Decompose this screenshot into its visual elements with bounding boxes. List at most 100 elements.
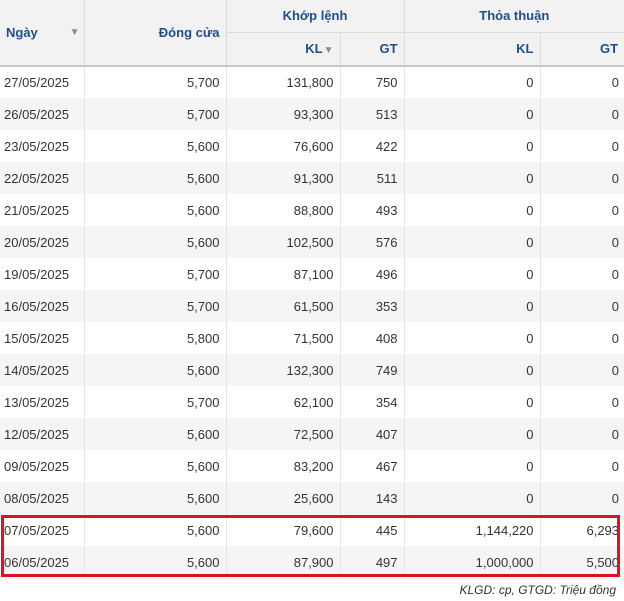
- matched-volume-cell: 61,500: [226, 290, 341, 322]
- negotiated-volume-cell: 0: [404, 194, 541, 226]
- matched-value-cell: 408: [340, 322, 405, 354]
- matched-volume-cell: 71,500: [226, 322, 341, 354]
- table-row: 08/05/2025 5,600 25,600 143 0 0: [0, 482, 624, 514]
- negotiated-volume-cell: 0: [404, 290, 541, 322]
- matched-volume-cell: 62,100: [226, 386, 341, 418]
- negotiated-value-cell: 6,293: [586, 522, 620, 538]
- negotiated-kl-column-header[interactable]: KL: [404, 32, 541, 67]
- negotiated-value-cell: 0: [611, 75, 620, 90]
- negotiated-volume-cell: 1,144,220: [404, 514, 541, 546]
- date-cell: 16/05/2025: [0, 290, 85, 322]
- close-price-cell: 5,600: [84, 194, 227, 226]
- table-row: 26/05/2025 5,700 93,300 513 0 0: [0, 98, 624, 130]
- negotiated-value-cell: 0: [611, 138, 620, 154]
- date-cell: 19/05/2025: [0, 258, 85, 290]
- close-header-label: Đóng cửa: [158, 25, 220, 40]
- kl-sort-icon[interactable]: ▼: [324, 45, 334, 56]
- table-row: 20/05/2025 5,600 102,500 576 0 0: [0, 226, 624, 258]
- table-row: 09/05/2025 5,600 83,200 467 0 0: [0, 450, 624, 482]
- matched-value-cell: 143: [340, 482, 405, 514]
- negotiated-value-cell: 0: [611, 266, 620, 282]
- date-cell: 13/05/2025: [0, 386, 85, 418]
- negotiated-volume-cell: 0: [404, 450, 541, 482]
- date-cell: 22/05/2025: [0, 162, 85, 194]
- matched-volume-cell: 79,600: [226, 514, 341, 546]
- negotiated-value-cell: 0: [540, 98, 624, 130]
- matched-value-cell: 496: [340, 258, 405, 290]
- matched-kl-column-header[interactable]: KL▼: [226, 32, 341, 67]
- matched-volume-cell: 132,300: [226, 354, 341, 386]
- negotiated-volume-cell: 0: [404, 386, 541, 418]
- close-price-cell: 5,600: [84, 130, 227, 162]
- trading-history-table: Ngày ▼ Đóng cửa Khớp lệnh Thỏa thuận KL▼…: [0, 0, 624, 578]
- close-price-cell: 5,600: [84, 546, 227, 578]
- negotiated-gt-column-header[interactable]: GT: [540, 32, 624, 67]
- table-row: 12/05/2025 5,600 72,500 407 0 0: [0, 418, 624, 450]
- matched-value-cell: 467: [340, 450, 405, 482]
- negotiated-value-cell: 0: [540, 418, 624, 450]
- matched-volume-cell: 25,600: [226, 482, 341, 514]
- table-row: 22/05/2025 5,600 91,300 511 0 0: [0, 162, 624, 194]
- close-price-cell: 5,600: [84, 226, 227, 258]
- matched-order-group-header: Khớp lệnh: [226, 0, 405, 33]
- matched-volume-cell: 83,200: [226, 450, 341, 482]
- close-price-cell: 5,700: [84, 290, 227, 322]
- table-row: 13/05/2025 5,700 62,100 354 0 0: [0, 386, 624, 418]
- date-cell: 09/05/2025: [0, 450, 85, 482]
- negotiated-volume-cell: 0: [404, 226, 541, 258]
- matched-gt-column-header[interactable]: GT: [340, 32, 405, 67]
- date-cell: 12/05/2025: [0, 418, 85, 450]
- negotiated-volume-cell: 0: [404, 418, 541, 450]
- negotiated-volume-cell: 0: [404, 98, 541, 130]
- date-cell: 08/05/2025: [0, 482, 85, 514]
- matched-volume-cell: 88,800: [226, 194, 341, 226]
- matched-value-cell: 513: [340, 98, 405, 130]
- date-cell: 20/05/2025: [0, 226, 85, 258]
- negotiated-group-header: Thỏa thuận: [404, 0, 624, 33]
- close-price-cell: 5,700: [84, 258, 227, 290]
- negotiated-volume-cell: 1,000,000: [404, 546, 541, 578]
- units-footnote: KLGD: cp, GTGD: Triệu đồng: [459, 583, 617, 597]
- table-body: 27/05/2025 5,700 131,800 750 0 0 26/05/2025 5,7…: [0, 66, 624, 578]
- negotiated-value-cell: 0: [540, 290, 624, 322]
- negotiated-volume-cell: 0: [404, 130, 541, 162]
- matched-volume-cell: 131,800: [226, 66, 341, 98]
- negotiated-kl-label: KL: [516, 41, 534, 57]
- table-row: 21/05/2025 5,600 88,800 493 0 0: [0, 194, 624, 226]
- table-row: 27/05/2025 5,700 131,800 750 0 0: [0, 66, 624, 98]
- close-price-cell: 5,800: [84, 322, 227, 354]
- close-price-cell: 5,600: [84, 482, 227, 514]
- date-column-header[interactable]: Ngày ▼: [0, 0, 85, 67]
- matched-volume-cell: 102,500: [226, 226, 341, 258]
- negotiated-group-label: Thỏa thuận: [479, 8, 550, 24]
- negotiated-volume-cell: 0: [404, 66, 541, 98]
- negotiated-volume-cell: 0: [404, 354, 541, 386]
- close-price-cell: 5,600: [84, 354, 227, 386]
- negotiated-volume-cell: 0: [404, 482, 541, 514]
- close-column-header[interactable]: Đóng cửa: [84, 0, 227, 67]
- negotiated-value-cell: 0: [540, 226, 624, 258]
- matched-value-cell: 511: [340, 162, 405, 194]
- close-price-cell: 5,600: [84, 514, 227, 546]
- date-sort-icon[interactable]: ▼: [70, 27, 80, 38]
- matched-value-cell: 750: [340, 66, 405, 98]
- matched-volume-cell: 72,500: [226, 418, 341, 450]
- matched-volume-cell: 76,600: [226, 130, 341, 162]
- close-price-cell: 5,700: [84, 66, 227, 98]
- table-row: 23/05/2025 5,600 76,600 422 0 0: [0, 130, 624, 162]
- date-cell: 23/05/2025: [0, 130, 85, 162]
- matched-value-cell: 749: [340, 354, 405, 386]
- close-price-cell: 5,600: [84, 418, 227, 450]
- table-row: 19/05/2025 5,700 87,100 496 0 0: [0, 258, 624, 290]
- table-row: 06/05/2025 5,600 87,900 497 1,000,000 5,500: [0, 546, 624, 578]
- negotiated-value-cell: 0: [611, 202, 620, 218]
- matched-group-label: Khớp lệnh: [282, 8, 348, 24]
- matched-value-cell: 407: [340, 418, 405, 450]
- negotiated-value-cell: 0: [611, 330, 620, 346]
- close-price-cell: 5,600: [84, 450, 227, 482]
- negotiated-volume-cell: 0: [404, 322, 541, 354]
- negotiated-volume-cell: 0: [404, 162, 541, 194]
- date-cell: 26/05/2025: [0, 98, 85, 130]
- negotiated-value-cell: 0: [540, 354, 624, 386]
- date-header-label: Ngày: [6, 25, 38, 40]
